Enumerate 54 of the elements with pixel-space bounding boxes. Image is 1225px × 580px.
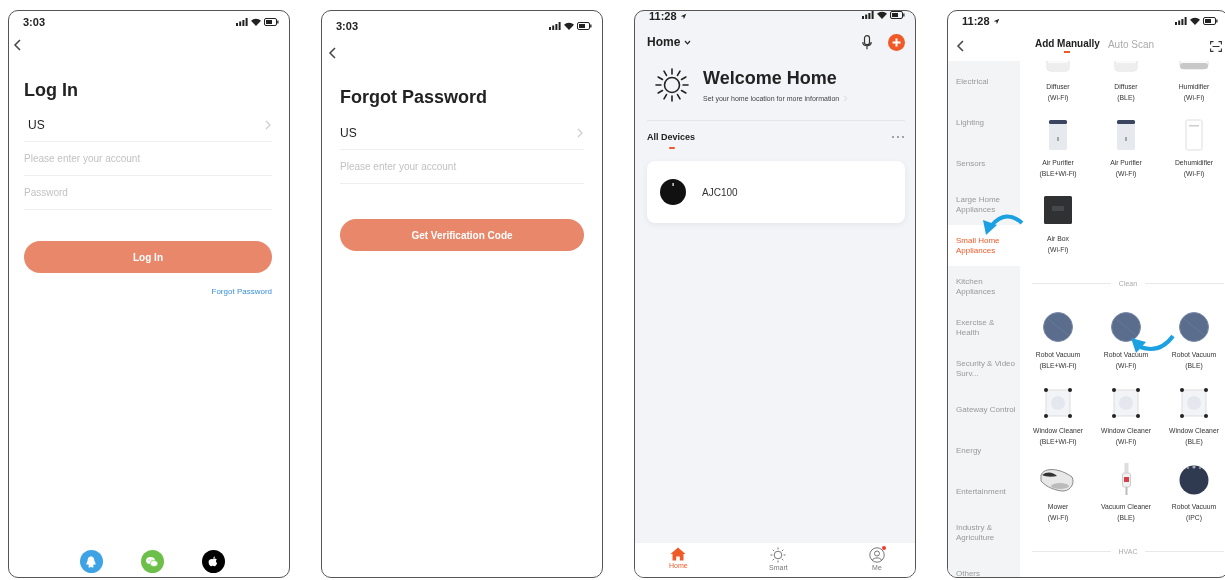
device-card[interactable]: AJC100 (647, 161, 905, 223)
sun-icon (655, 67, 689, 102)
house-icon (670, 547, 687, 561)
wifi-icon (564, 22, 574, 30)
tab-underline (669, 147, 675, 149)
back-icon[interactable] (328, 47, 337, 59)
section-tab[interactable]: All Devices (647, 131, 696, 143)
status-time: 3:03 (23, 16, 46, 28)
penguin-icon (84, 554, 98, 569)
curved-arrow (1131, 334, 1175, 353)
page-title: Log In (24, 79, 79, 101)
region-selector[interactable]: US (340, 117, 584, 150)
wifi-icon (1190, 17, 1200, 25)
password-field[interactable]: Password (24, 176, 272, 210)
caret-icon (684, 39, 692, 45)
signal-icon (236, 18, 248, 26)
welcome-title: Welcome Home (703, 67, 838, 89)
curved-arrow (983, 214, 1024, 235)
back-icon[interactable] (13, 39, 22, 51)
microphone-icon[interactable] (862, 34, 872, 50)
status-time: 3:03 (336, 20, 359, 32)
chevron-icon (576, 128, 584, 138)
status-time: 11:28 (962, 15, 990, 27)
scan-icon[interactable] (1210, 40, 1222, 52)
page-title: Forgot Password (340, 86, 488, 108)
battery-icon (577, 22, 592, 30)
home-selector[interactable]: Home (647, 35, 692, 49)
signal-icon (549, 22, 561, 30)
chat-bubbles-icon (145, 554, 159, 569)
chevron-icon (843, 95, 849, 102)
tab[interactable]: Add Manually (1034, 37, 1100, 55)
robot-vacuum-icon (660, 179, 686, 205)
signal-icon (862, 11, 874, 19)
account-field[interactable]: Please enter your account (340, 150, 584, 184)
forgot-password-link[interactable]: Forgot Password (211, 287, 272, 297)
battery-icon (264, 18, 279, 26)
device-name: AJC100 (702, 186, 738, 198)
signal-icon (1175, 17, 1187, 25)
chevron-icon (264, 120, 272, 130)
stick-vacuum-icon (1121, 463, 1131, 495)
social-login-button[interactable] (201, 550, 225, 573)
category-item[interactable]: Small Home Appliances (948, 225, 1020, 266)
wifi-icon (877, 11, 887, 19)
battery-icon (890, 11, 905, 19)
status-time: 11:28 (649, 11, 677, 21)
battery-icon (1203, 17, 1218, 25)
apple-icon (206, 554, 220, 569)
account-field[interactable]: Please enter your account (24, 142, 272, 176)
back-icon[interactable] (956, 40, 965, 52)
person-icon (869, 547, 885, 563)
add-icon[interactable] (888, 33, 905, 51)
region-selector[interactable]: US (24, 109, 272, 142)
sun-icon (770, 547, 787, 563)
wifi-icon (251, 18, 261, 26)
